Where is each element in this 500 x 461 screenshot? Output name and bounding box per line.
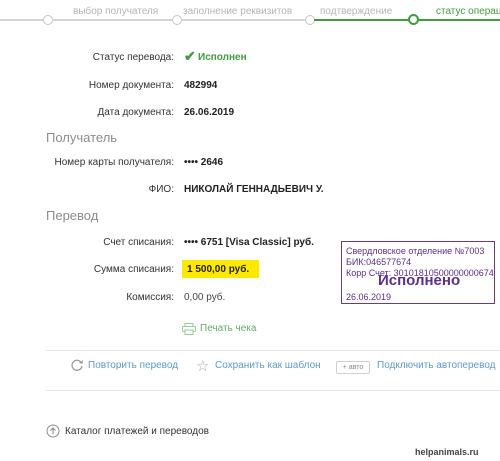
step-label: выбор получателя [73,6,159,17]
amount-value: 1 500,00 руб. [187,264,250,275]
watermark-text: helpanimals.ru [415,447,479,457]
progress-line [52,19,175,21]
account-label: Счет списания: [103,237,174,248]
recipient-section-title: Получатель [46,130,118,145]
step-label-active: статус операции [436,6,500,17]
catalog-link[interactable]: Каталог платежей и переводов [65,426,209,437]
stamp-line: Свердловское отделение №7003 [346,246,485,256]
status-value: Исполнен [198,52,247,63]
auto-badge[interactable]: + авто [336,361,370,374]
step-label: заполнение реквизитов [183,6,293,17]
divider [46,350,500,351]
fee-label: Комиссия: [126,292,174,303]
arrow-up-icon[interactable] [46,424,60,443]
checkmark-icon: ✔ [184,48,196,64]
progress-line-active [314,19,411,21]
print-receipt-link[interactable]: Печать чека [200,323,256,334]
progress-line [0,19,46,21]
stamp-executed: Исполнено [378,272,461,289]
stamp-line: БИК:046577674 [346,257,412,267]
payment-section-title: Перевод [46,208,99,223]
repeat-icon[interactable] [70,358,84,377]
stamp-date: 26.06.2019 [346,292,392,302]
account-value: •••• 6751 [Visa Classic] руб. [184,237,314,248]
printer-icon[interactable] [182,322,196,340]
repeat-transfer-link[interactable]: Повторить перевод [88,360,178,371]
fee-value: 0,00 руб. [184,292,226,303]
autopay-link[interactable]: Подключить автоперевод [377,360,496,371]
step-label: подтверждение [320,6,393,17]
doc-number-value: 482994 [184,80,218,91]
name-value: НИКОЛАЙ ГЕННАДЬЕВИЧ У. [184,184,324,195]
save-template-link[interactable]: Сохранить как шаблон [215,360,321,371]
progress-line-active [418,19,500,21]
name-label: ФИО: [148,184,174,195]
progress-line [181,19,307,21]
bank-stamp: Свердловское отделение №7003 БИК:0465776… [341,241,495,304]
doc-date-label: Дата документа: [97,107,174,118]
star-icon[interactable]: ☆ [196,357,209,375]
doc-number-label: Номер документа: [88,80,174,91]
card-value: •••• 2646 [184,157,224,168]
amount-label: Сумма списания: [93,264,174,275]
card-label: Номер карты получателя: [54,157,174,168]
doc-date-value: 26.06.2019 [184,107,235,118]
divider [46,390,500,391]
progress-steps: выбор получателя заполнение реквизитов п… [0,0,500,32]
status-label: Статус перевода: [92,52,174,63]
